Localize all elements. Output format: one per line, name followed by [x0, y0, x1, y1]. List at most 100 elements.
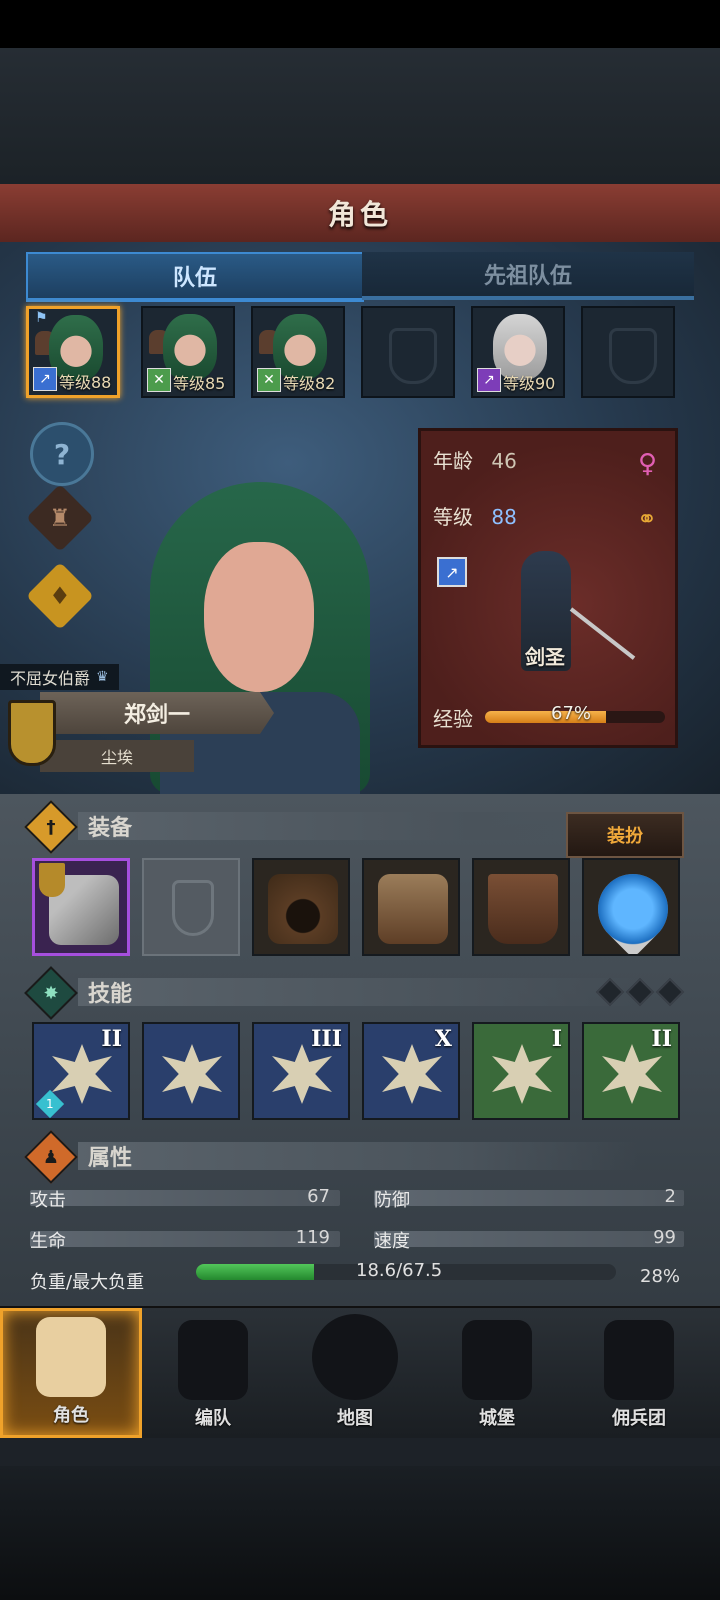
staff-icon: ↗ [477, 368, 501, 392]
shield-slot-icon[interactable] [142, 858, 240, 956]
equipment-header: † 装备 装扮 [24, 800, 694, 858]
tab-team[interactable]: 队伍 [26, 252, 364, 302]
sword-figure [569, 607, 636, 660]
sword-icon: ↗ [33, 367, 57, 391]
skill-rank: II [651, 1026, 672, 1052]
nav-castle[interactable]: 城堡 [426, 1308, 568, 1438]
load-value: 18.6/67.5 [356, 1260, 443, 1281]
party-slot-3[interactable]: ✕ 等级82 [251, 306, 345, 398]
load-label-row: 负重/最大负重 [30, 1268, 200, 1293]
weapon-spear-icon[interactable] [32, 858, 130, 956]
level-label: 等级85 [173, 374, 226, 393]
party-slot-empty[interactable] [581, 306, 675, 398]
life-value: 119 [295, 1227, 330, 1248]
skill-rank: III [311, 1026, 342, 1052]
system-nav-bar [0, 1466, 720, 1600]
speed-row: 速度 99 [374, 1227, 684, 1252]
nav-character[interactable]: 角色 [0, 1308, 142, 1438]
skill-slot-1[interactable]: II 1 [32, 1022, 130, 1120]
skill-slot-2[interactable] [142, 1022, 240, 1120]
speed-label: 速度 [374, 1231, 410, 1252]
nav-map[interactable]: 地图 [284, 1308, 426, 1438]
bow-icon: ✕ [257, 368, 281, 392]
party-slot-5[interactable]: ↗ 等级90 [471, 306, 565, 398]
sword-icon: ↗ [437, 557, 467, 587]
skill-slot-4[interactable]: X [362, 1022, 460, 1120]
rank-shield-icon [8, 700, 56, 766]
heart-amulet-icon[interactable] [582, 858, 680, 956]
exp-percent: 67% [551, 703, 592, 724]
skills-section-icon: ✸ [24, 966, 78, 1020]
skill-slot-5[interactable]: I [472, 1022, 570, 1120]
page-title: 角色 [327, 198, 392, 231]
page-header: 角色 [0, 184, 720, 244]
party-slot-1[interactable]: ⚑ ↗ 等级88 [26, 306, 120, 398]
load-bar-fill [196, 1264, 314, 1280]
level-label: 等级90 [503, 374, 556, 393]
skills-header: ✸ 技能 [24, 966, 694, 1020]
level-label: 等级88 [59, 373, 112, 392]
female-icon: ♀ [637, 449, 657, 479]
hero-name-banner[interactable]: 郑剑一 [40, 692, 274, 734]
nav-label: 地图 [337, 1408, 373, 1429]
top-background [0, 48, 720, 184]
class-name: 剑圣 [525, 645, 565, 669]
hero-title-text: 不屈女伯爵 [10, 669, 91, 688]
attributes-header: ♟ 属性 [24, 1130, 694, 1184]
attack-row: 攻击 67 [30, 1186, 340, 1211]
knight-icon [36, 1317, 106, 1397]
hero-rank: 尘埃 [100, 748, 133, 767]
rings-icon: ⚭ [636, 505, 657, 533]
defense-value: 2 [664, 1186, 676, 1207]
status-bar [0, 0, 720, 48]
defense-row: 防御 2 [374, 1186, 684, 1211]
boots-icon[interactable] [472, 858, 570, 956]
info-panel: 年龄 46 ♀ 等级 88 ⚭ ↗ 剑圣 经验 67% [418, 428, 678, 748]
level-label: 等级 [433, 505, 473, 529]
load-percent: 28% [640, 1266, 681, 1287]
attributes-title: 属性 [88, 1146, 133, 1171]
attack-value: 67 [307, 1186, 330, 1207]
party-slot-2[interactable]: ✕ 等级85 [141, 306, 235, 398]
hero-rank-banner: 尘埃 [40, 740, 194, 772]
hero-name: 郑剑一 [123, 703, 190, 728]
attributes-section-icon: ♟ [24, 1130, 78, 1184]
equipment-grid [32, 858, 688, 958]
crown-icon: ♛ [96, 669, 109, 685]
age-row: 年龄 46 [433, 445, 517, 474]
skill-points-indicator [595, 977, 685, 1007]
skills-grid: II 1 III X I II [32, 1022, 688, 1122]
attack-label: 攻击 [30, 1190, 66, 1211]
party-slot-empty[interactable] [361, 306, 455, 398]
nav-label: 编队 [195, 1408, 231, 1429]
fur-coat-icon[interactable] [362, 858, 460, 956]
life-row: 生命 119 [30, 1227, 340, 1252]
skill-rank: II [101, 1026, 122, 1052]
level-row: 等级 88 [433, 501, 517, 530]
armor-icon[interactable]: ♜ [26, 484, 94, 552]
nav-label: 角色 [53, 1405, 89, 1426]
skill-slot-6[interactable]: II [582, 1022, 680, 1120]
tab-ancestor-team[interactable]: 先祖队伍 [362, 252, 694, 300]
nav-formation[interactable]: 编队 [142, 1308, 284, 1438]
load-label: 负重/最大负重 [30, 1272, 145, 1293]
empty-slot-emblem-icon [609, 328, 657, 384]
age-value: 46 [491, 449, 517, 473]
age-label: 年龄 [433, 449, 473, 473]
leader-flag-icon: ⚑ [35, 310, 48, 326]
equipment-section-icon: † [24, 800, 78, 854]
bag-icon[interactable]: ♦ [26, 562, 94, 630]
skill-rank: I [551, 1026, 562, 1052]
exp-label: 经验 [433, 707, 473, 731]
skills-title: 技能 [88, 982, 133, 1007]
level-label: 等级82 [283, 374, 336, 393]
speed-value: 99 [653, 1227, 676, 1248]
bottom-nav: 角色 编队 地图 城堡 佣兵团 [0, 1306, 720, 1438]
help-icon[interactable]: ? [30, 422, 94, 486]
dress-button[interactable]: 装扮 [566, 812, 684, 858]
hero-title: 不屈女伯爵 ♛ [0, 664, 119, 690]
nav-label: 城堡 [479, 1408, 515, 1429]
skill-slot-3[interactable]: III [252, 1022, 350, 1120]
hood-icon[interactable] [252, 858, 350, 956]
nav-mercenary[interactable]: 佣兵团 [568, 1308, 710, 1438]
